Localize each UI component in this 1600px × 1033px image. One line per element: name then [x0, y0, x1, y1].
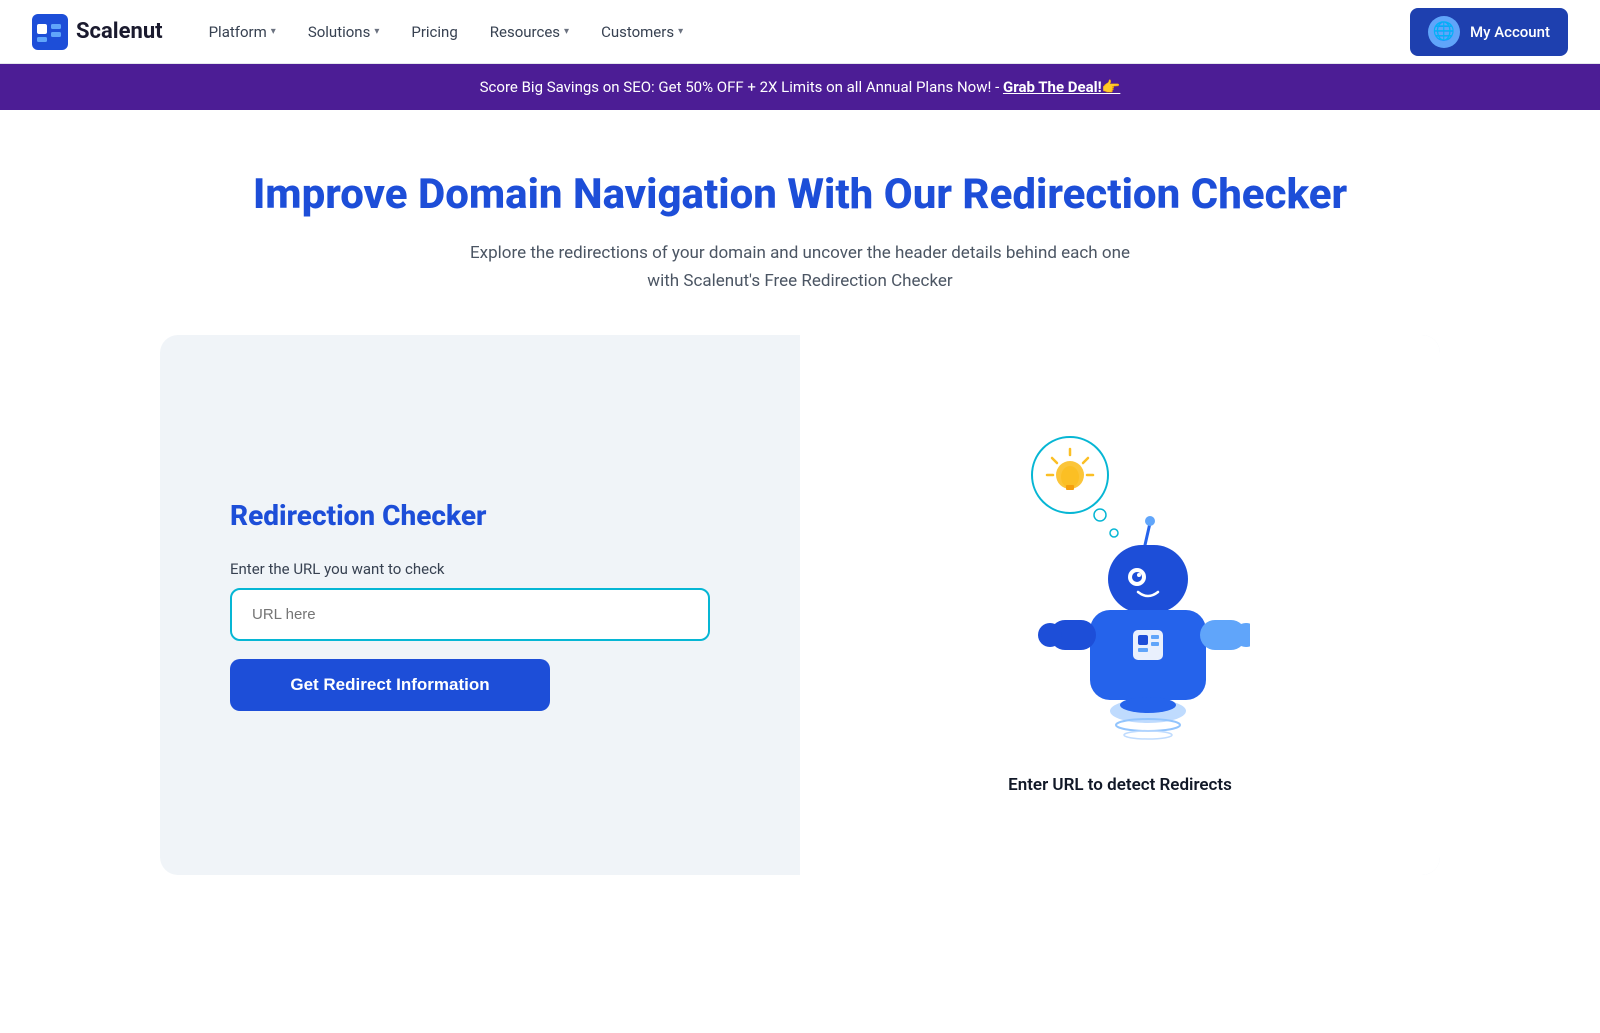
- tool-left-panel: Redirection Checker Enter the URL you wa…: [160, 335, 800, 875]
- resources-chevron-icon: ▾: [564, 26, 569, 37]
- customers-chevron-icon: ▾: [678, 26, 683, 37]
- robot-illustration: [990, 415, 1250, 755]
- get-redirect-button[interactable]: Get Redirect Information: [230, 659, 550, 711]
- tool-section: Redirection Checker Enter the URL you wa…: [120, 335, 1480, 875]
- nav-item-customers[interactable]: Customers ▾: [587, 15, 697, 49]
- my-account-button[interactable]: 🌐 My Account: [1410, 8, 1568, 56]
- navbar: Scalenut Platform ▾ Solutions ▾ Pricing …: [0, 0, 1600, 64]
- solutions-chevron-icon: ▾: [374, 26, 379, 37]
- url-input[interactable]: [230, 588, 710, 641]
- url-input-label: Enter the URL you want to check: [230, 560, 740, 578]
- tool-card: Redirection Checker Enter the URL you wa…: [160, 335, 1440, 875]
- tool-card-title: Redirection Checker: [230, 499, 740, 532]
- tool-right-panel: Enter URL to detect Redirects: [800, 335, 1440, 875]
- robot-caption: Enter URL to detect Redirects: [1008, 775, 1232, 795]
- avatar: 🌐: [1428, 16, 1460, 48]
- hero-title: Improve Domain Navigation With Our Redir…: [16, 170, 1584, 220]
- logo-icon: [32, 14, 68, 50]
- nav-items: Platform ▾ Solutions ▾ Pricing Resources…: [195, 15, 1410, 49]
- logo-text: Scalenut: [76, 19, 163, 44]
- promo-link[interactable]: Grab The Deal!👉: [1003, 78, 1120, 96]
- nav-item-pricing[interactable]: Pricing: [397, 15, 471, 49]
- hero-section: Improve Domain Navigation With Our Redir…: [0, 110, 1600, 335]
- nav-item-resources[interactable]: Resources ▾: [476, 15, 583, 49]
- robot-container: Enter URL to detect Redirects: [990, 415, 1250, 795]
- promo-banner: Score Big Savings on SEO: Get 50% OFF + …: [0, 64, 1600, 110]
- logo-link[interactable]: Scalenut: [32, 14, 163, 50]
- platform-chevron-icon: ▾: [271, 26, 276, 37]
- hero-subtitle: Explore the redirections of your domain …: [460, 240, 1140, 294]
- nav-item-platform[interactable]: Platform ▾: [195, 15, 290, 49]
- nav-item-solutions[interactable]: Solutions ▾: [294, 15, 394, 49]
